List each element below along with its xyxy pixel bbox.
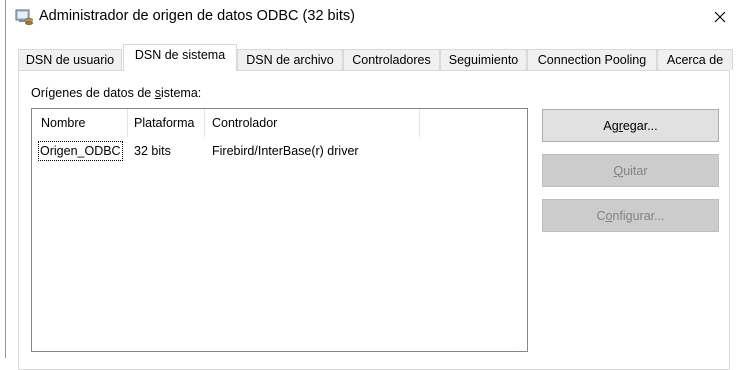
column-divider[interactable] xyxy=(127,109,128,137)
tab-system-dsn[interactable]: DSN de sistema xyxy=(123,44,237,71)
list-item-driver: Firebird/InterBase(r) driver xyxy=(212,144,359,158)
tab-tracing[interactable]: Seguimiento xyxy=(440,49,527,70)
tab-drivers[interactable]: Controladores xyxy=(343,49,440,70)
list-header: Nombre Plataforma Controlador xyxy=(32,109,527,137)
column-header-platform[interactable]: Plataforma xyxy=(134,109,194,137)
tab-connection-pooling[interactable]: Connection Pooling xyxy=(527,49,657,70)
list-item-name: Origen_ODBC xyxy=(38,141,123,161)
list-item-platform: 32 bits xyxy=(134,144,171,158)
configure-button[interactable]: Co nfigurar... xyxy=(542,199,719,232)
title-bar: Administrador de origen de datos ODBC (3… xyxy=(6,0,743,34)
tab-user-dsn[interactable]: DSN de usuario xyxy=(18,49,122,70)
add-button[interactable]: Ag r egar... xyxy=(542,109,719,142)
remove-button[interactable]: Quitar xyxy=(542,154,719,187)
column-header-name[interactable]: Nombre xyxy=(41,109,85,137)
list-item[interactable]: Origen_ODBC 32 bits Firebird/InterBase(r… xyxy=(32,141,527,161)
column-header-driver[interactable]: Controlador xyxy=(212,109,277,137)
column-divider[interactable] xyxy=(204,109,205,137)
system-data-sources-label: Orígenes de datos de sistema: xyxy=(31,86,202,100)
close-icon xyxy=(714,11,726,22)
window-border xyxy=(5,0,6,358)
window-title: Administrador de origen de datos ODBC (3… xyxy=(39,8,355,24)
data-sources-list[interactable]: Nombre Plataforma Controlador Origen_ODB… xyxy=(31,108,528,352)
tab-file-dsn[interactable]: DSN de archivo xyxy=(237,49,343,70)
column-divider[interactable] xyxy=(419,109,420,137)
odbc-administrator-icon xyxy=(15,9,33,25)
close-button[interactable] xyxy=(697,0,743,33)
tab-about[interactable]: Acerca de xyxy=(657,49,733,70)
tab-strip: DSN de usuario DSN de sistema DSN de arc… xyxy=(18,44,733,71)
